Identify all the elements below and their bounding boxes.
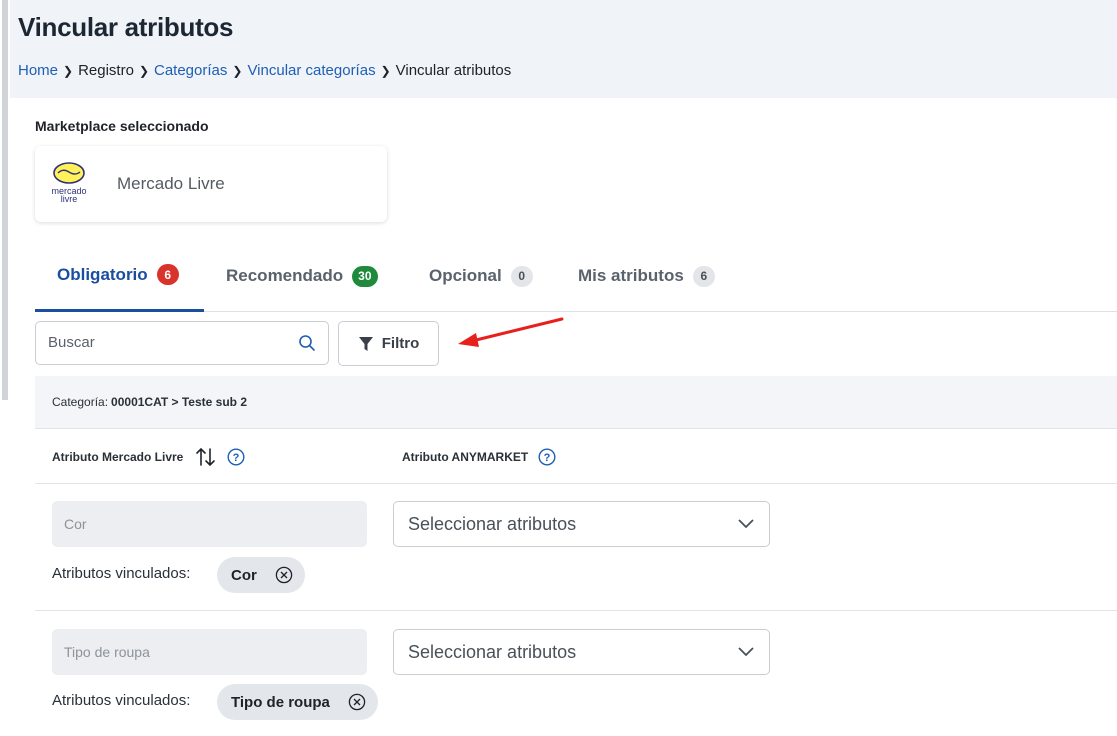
category-value: 00001CAT > Teste sub 2 [111, 395, 247, 409]
ml-attribute-field: Tipo de roupa [52, 629, 367, 675]
breadcrumb-categorias[interactable]: Categorías [154, 62, 227, 79]
tab-opcional[interactable]: Opcional 0 [429, 255, 533, 312]
tab-label: Recomendado [226, 266, 344, 285]
chevron-right-icon: ❯ [138, 63, 149, 78]
anymarket-attribute-select[interactable]: Seleccionar atributos [393, 501, 770, 547]
category-bar: Categoría: 00001CAT > Teste sub 2 [35, 376, 1117, 429]
column-title: Atributo Mercado Livre [52, 449, 184, 464]
chip-label: Cor [231, 566, 257, 584]
chevron-right-icon: ❯ [232, 63, 243, 78]
search-input[interactable] [48, 334, 288, 351]
marketplace-name: Mercado Livre [117, 174, 225, 193]
count-badge: 30 [352, 265, 378, 287]
page-header: Vincular atributos Home ❯ Registro ❯ Cat… [10, 0, 1117, 98]
filter-label: Filtro [381, 335, 420, 352]
tab-mis-atributos[interactable]: Mis atributos 6 [578, 255, 715, 312]
close-circle-icon[interactable] [348, 693, 366, 711]
count-badge: 6 [156, 264, 179, 285]
linked-attributes-label: Atributos vinculados: [52, 565, 191, 582]
chevron-down-icon [738, 647, 754, 657]
marketplace-label: Marketplace seleccionado [35, 118, 209, 134]
count-badge: 6 [692, 265, 715, 287]
close-circle-icon[interactable] [275, 566, 293, 584]
tab-label: Opcional [429, 266, 502, 285]
svg-text:?: ? [544, 452, 551, 464]
tab-label: Mis atributos [578, 266, 684, 285]
tab-label: Obligatorio [57, 264, 148, 284]
anymarket-attribute-select[interactable]: Seleccionar atributos [393, 629, 770, 675]
search-box [35, 321, 329, 365]
column-header-anymarket: Atributo ANYMARKET ? [402, 429, 556, 484]
select-placeholder: Seleccionar atributos [408, 513, 577, 534]
breadcrumb-current: Vincular atributos [395, 62, 512, 79]
svg-text:?: ? [233, 452, 240, 464]
column-title: Atributo ANYMARKET [402, 449, 529, 464]
breadcrumb: Home ❯ Registro ❯ Categorías ❯ Vincular … [18, 62, 511, 79]
row-divider [35, 610, 1117, 611]
sort-icon[interactable] [195, 447, 217, 467]
breadcrumb-registro: Registro [78, 62, 134, 79]
breadcrumb-vincular-categorias[interactable]: Vincular categorías [247, 62, 375, 79]
header-divider [35, 483, 1117, 484]
marketplace-card: mercado livre Mercado Livre [35, 146, 387, 222]
chevron-down-icon [738, 519, 754, 529]
search-icon[interactable] [298, 334, 316, 352]
logo-text-bottom: livre [61, 194, 78, 204]
annotation-arrow-icon [458, 317, 564, 347]
filter-icon [358, 336, 373, 351]
count-badge: 0 [510, 265, 533, 287]
chevron-right-icon: ❯ [63, 63, 74, 78]
chevron-right-icon: ❯ [380, 63, 391, 78]
left-scroll-rail [0, 0, 10, 736]
page-title: Vincular atributos [18, 12, 234, 42]
help-circle-icon[interactable]: ? [227, 447, 245, 466]
chip-label: Tipo de roupa [231, 693, 330, 711]
breadcrumb-home[interactable]: Home [18, 62, 58, 79]
tab-obligatorio[interactable]: Obligatorio 6 [35, 255, 204, 312]
column-header-ml: Atributo Mercado Livre ? [52, 429, 245, 484]
attribute-tabs: Obligatorio 6 Recomendado 30 Opcional 0 … [35, 255, 1117, 312]
help-circle-icon[interactable]: ? [538, 447, 556, 466]
ml-attribute-field: Cor [52, 501, 367, 547]
select-placeholder: Seleccionar atributos [408, 641, 577, 662]
tab-recomendado[interactable]: Recomendado 30 [226, 255, 378, 312]
scroll-rail-thumb[interactable] [2, 0, 8, 400]
linked-attributes-label: Atributos vinculados: [52, 692, 191, 709]
mercado-livre-logo: mercado livre [51, 162, 87, 204]
linked-attribute-chip: Tipo de roupa [217, 684, 378, 720]
linked-attribute-chip: Cor [217, 557, 305, 593]
filter-button[interactable]: Filtro [338, 321, 439, 366]
category-label: Categoría: [52, 395, 109, 409]
